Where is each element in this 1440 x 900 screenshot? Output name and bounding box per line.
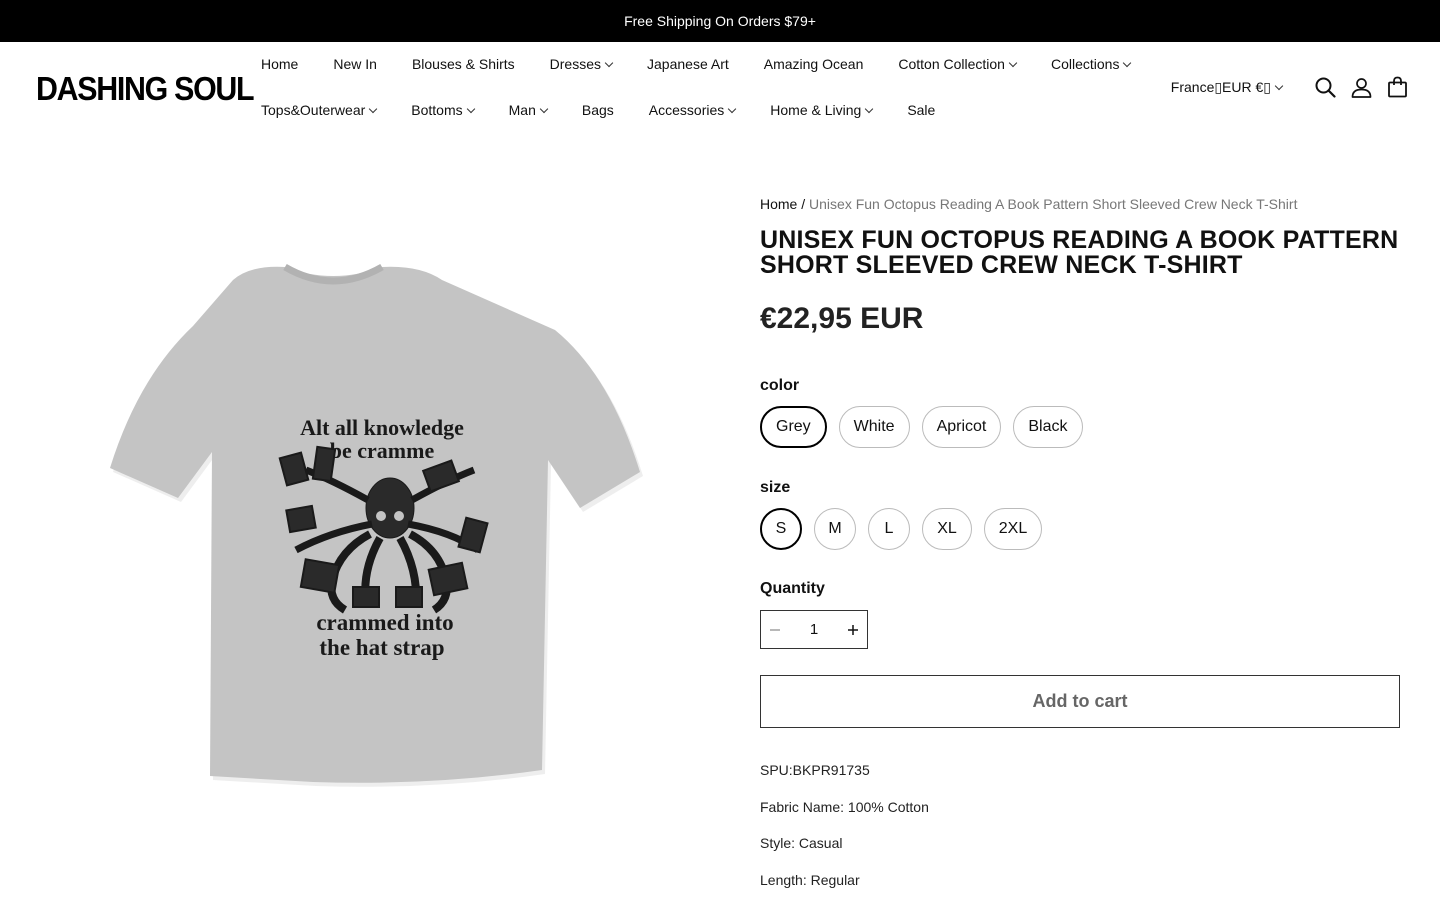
nav-item-label: Blouses & Shirts (411, 56, 515, 72)
tshirt-illustration: Alt all knowledge be cramme crammed into (110, 263, 643, 787)
nav-item-tops-outerwear[interactable]: Tops&Outerwear (261, 101, 378, 119)
nav-item-blouses-shirts[interactable]: Blouses & Shirts (412, 55, 515, 73)
nav-item-label: Bottoms (411, 102, 463, 118)
shirt-print-line-3: crammed into (316, 610, 453, 635)
product-info: Home / Unisex Fun Octopus Reading A Book… (760, 196, 1400, 900)
spec-length: Length: Regular (760, 871, 860, 888)
plus-icon (848, 624, 858, 635)
color-option-grey[interactable]: Grey (760, 406, 827, 448)
product-specs: SPU:BKPR91735 Fabric Name: 100% Cotton S… (760, 762, 1400, 890)
header-actions: France▯EUR €▯ (1171, 76, 1408, 98)
nav-item-label: Man (508, 102, 536, 118)
announcement-bar: Free Shipping On Orders $79+ (0, 0, 1440, 42)
spec-spu: SPU:BKPR91735 (760, 762, 870, 778)
size-option-label: size (760, 479, 791, 496)
nav-item-label: Home (261, 56, 299, 72)
nav-item-label: Japanese Art (647, 56, 729, 72)
cart-icon[interactable] (1386, 76, 1408, 98)
shirt-print-line-4: the hat strap (319, 635, 444, 660)
nav-item-label: Bags (581, 102, 614, 118)
product-price: €22,95 EUR (760, 302, 924, 335)
main-nav-row-1: Home New In Blouses & Shirts Dresses Jap… (261, 55, 1165, 73)
chevron-down-icon (1274, 81, 1284, 90)
brand-logo[interactable]: DASHING SOUL (36, 70, 255, 108)
nav-item-label: Amazing Ocean (763, 56, 864, 72)
chevron-down-icon (539, 104, 549, 113)
nav-item-new-in[interactable]: New In (333, 55, 377, 73)
nav-item-home-living[interactable]: Home & Living (770, 101, 874, 119)
breadcrumb: Home / Unisex Fun Octopus Reading A Book… (760, 196, 1400, 214)
nav-item-cotton-collection[interactable]: Cotton Collection (898, 55, 1018, 73)
spec-style: Style: Casual (760, 835, 843, 851)
size-option-xl[interactable]: XL (922, 508, 972, 550)
add-to-cart-button[interactable]: Add to cart (760, 675, 1400, 728)
product-title: UNISEX FUN OCTOPUS READING A BOOK PATTER… (760, 226, 1399, 279)
nav-item-label: New In (333, 56, 377, 72)
chevron-down-icon (1123, 58, 1132, 67)
quantity-input[interactable] (789, 621, 839, 638)
nav-item-label: Sale (907, 102, 936, 118)
nav-item-label: Cotton Collection (898, 56, 1005, 72)
shirt-print-line-2: be cramme (330, 438, 435, 463)
quantity-decrease-button[interactable] (761, 611, 789, 648)
chevron-down-icon (466, 104, 475, 113)
chevron-down-icon (369, 104, 378, 113)
chevron-down-icon (728, 104, 737, 113)
color-option-black[interactable]: Black (1013, 406, 1083, 448)
nav-item-label: Tops&Outerwear (261, 102, 366, 118)
size-options: S M L XL 2XL (760, 508, 1400, 550)
minus-icon (770, 628, 780, 631)
nav-item-man[interactable]: Man (508, 101, 549, 119)
nav-item-amazing-ocean[interactable]: Amazing Ocean (764, 55, 864, 73)
shirt-print-line-1: Alt all knowledge (300, 415, 464, 440)
size-option-2xl[interactable]: 2XL (984, 508, 1042, 550)
nav-item-bags[interactable]: Bags (582, 101, 614, 119)
color-option-label: color (760, 377, 800, 394)
search-icon[interactable] (1314, 76, 1336, 98)
size-option-l[interactable]: L (868, 508, 910, 550)
spec-fabric: Fabric Name: 100% Cotton (760, 798, 929, 815)
nav-item-collections[interactable]: Collections (1050, 55, 1132, 73)
size-option-s[interactable]: S (760, 508, 802, 550)
color-option-white[interactable]: White (838, 406, 910, 448)
nav-item-dresses[interactable]: Dresses (549, 55, 614, 73)
quantity-stepper (760, 610, 868, 649)
locale-label: France▯EUR €▯ (1170, 78, 1271, 95)
nav-item-bottoms[interactable]: Bottoms (411, 101, 475, 119)
nav-item-label: Collections (1050, 56, 1120, 72)
nav-item-label: Home & Living (770, 102, 862, 118)
nav-item-label: Dresses (549, 56, 602, 72)
main-nav-row-2: Tops&Outerwear Bottoms Man Bags Accessor… (261, 101, 970, 119)
chevron-down-icon (604, 58, 614, 67)
nav-item-sale[interactable]: Sale (907, 101, 935, 119)
quantity-label: Quantity (760, 580, 825, 597)
breadcrumb-separator: / (797, 196, 810, 212)
product-image[interactable]: Alt all knowledge be cramme crammed into (100, 250, 660, 800)
nav-item-japanese-art[interactable]: Japanese Art (647, 55, 729, 73)
chevron-down-icon (865, 104, 874, 113)
quantity-increase-button[interactable] (839, 611, 867, 648)
locale-selector[interactable]: France▯EUR €▯ (1170, 78, 1284, 96)
nav-item-home[interactable]: Home (261, 55, 298, 73)
nav-item-label: Accessories (648, 102, 725, 118)
color-option-apricot[interactable]: Apricot (921, 406, 1002, 448)
breadcrumb-current: Unisex Fun Octopus Reading A Book Patter… (809, 196, 1298, 212)
chevron-down-icon (1008, 58, 1018, 67)
account-icon[interactable] (1350, 76, 1372, 98)
nav-item-accessories[interactable]: Accessories (648, 101, 737, 119)
color-options: Grey White Apricot Black (760, 406, 1400, 448)
breadcrumb-home-link[interactable]: Home (760, 196, 797, 212)
announcement-text: Free Shipping On Orders $79+ (624, 13, 816, 29)
size-option-m[interactable]: M (814, 508, 856, 550)
